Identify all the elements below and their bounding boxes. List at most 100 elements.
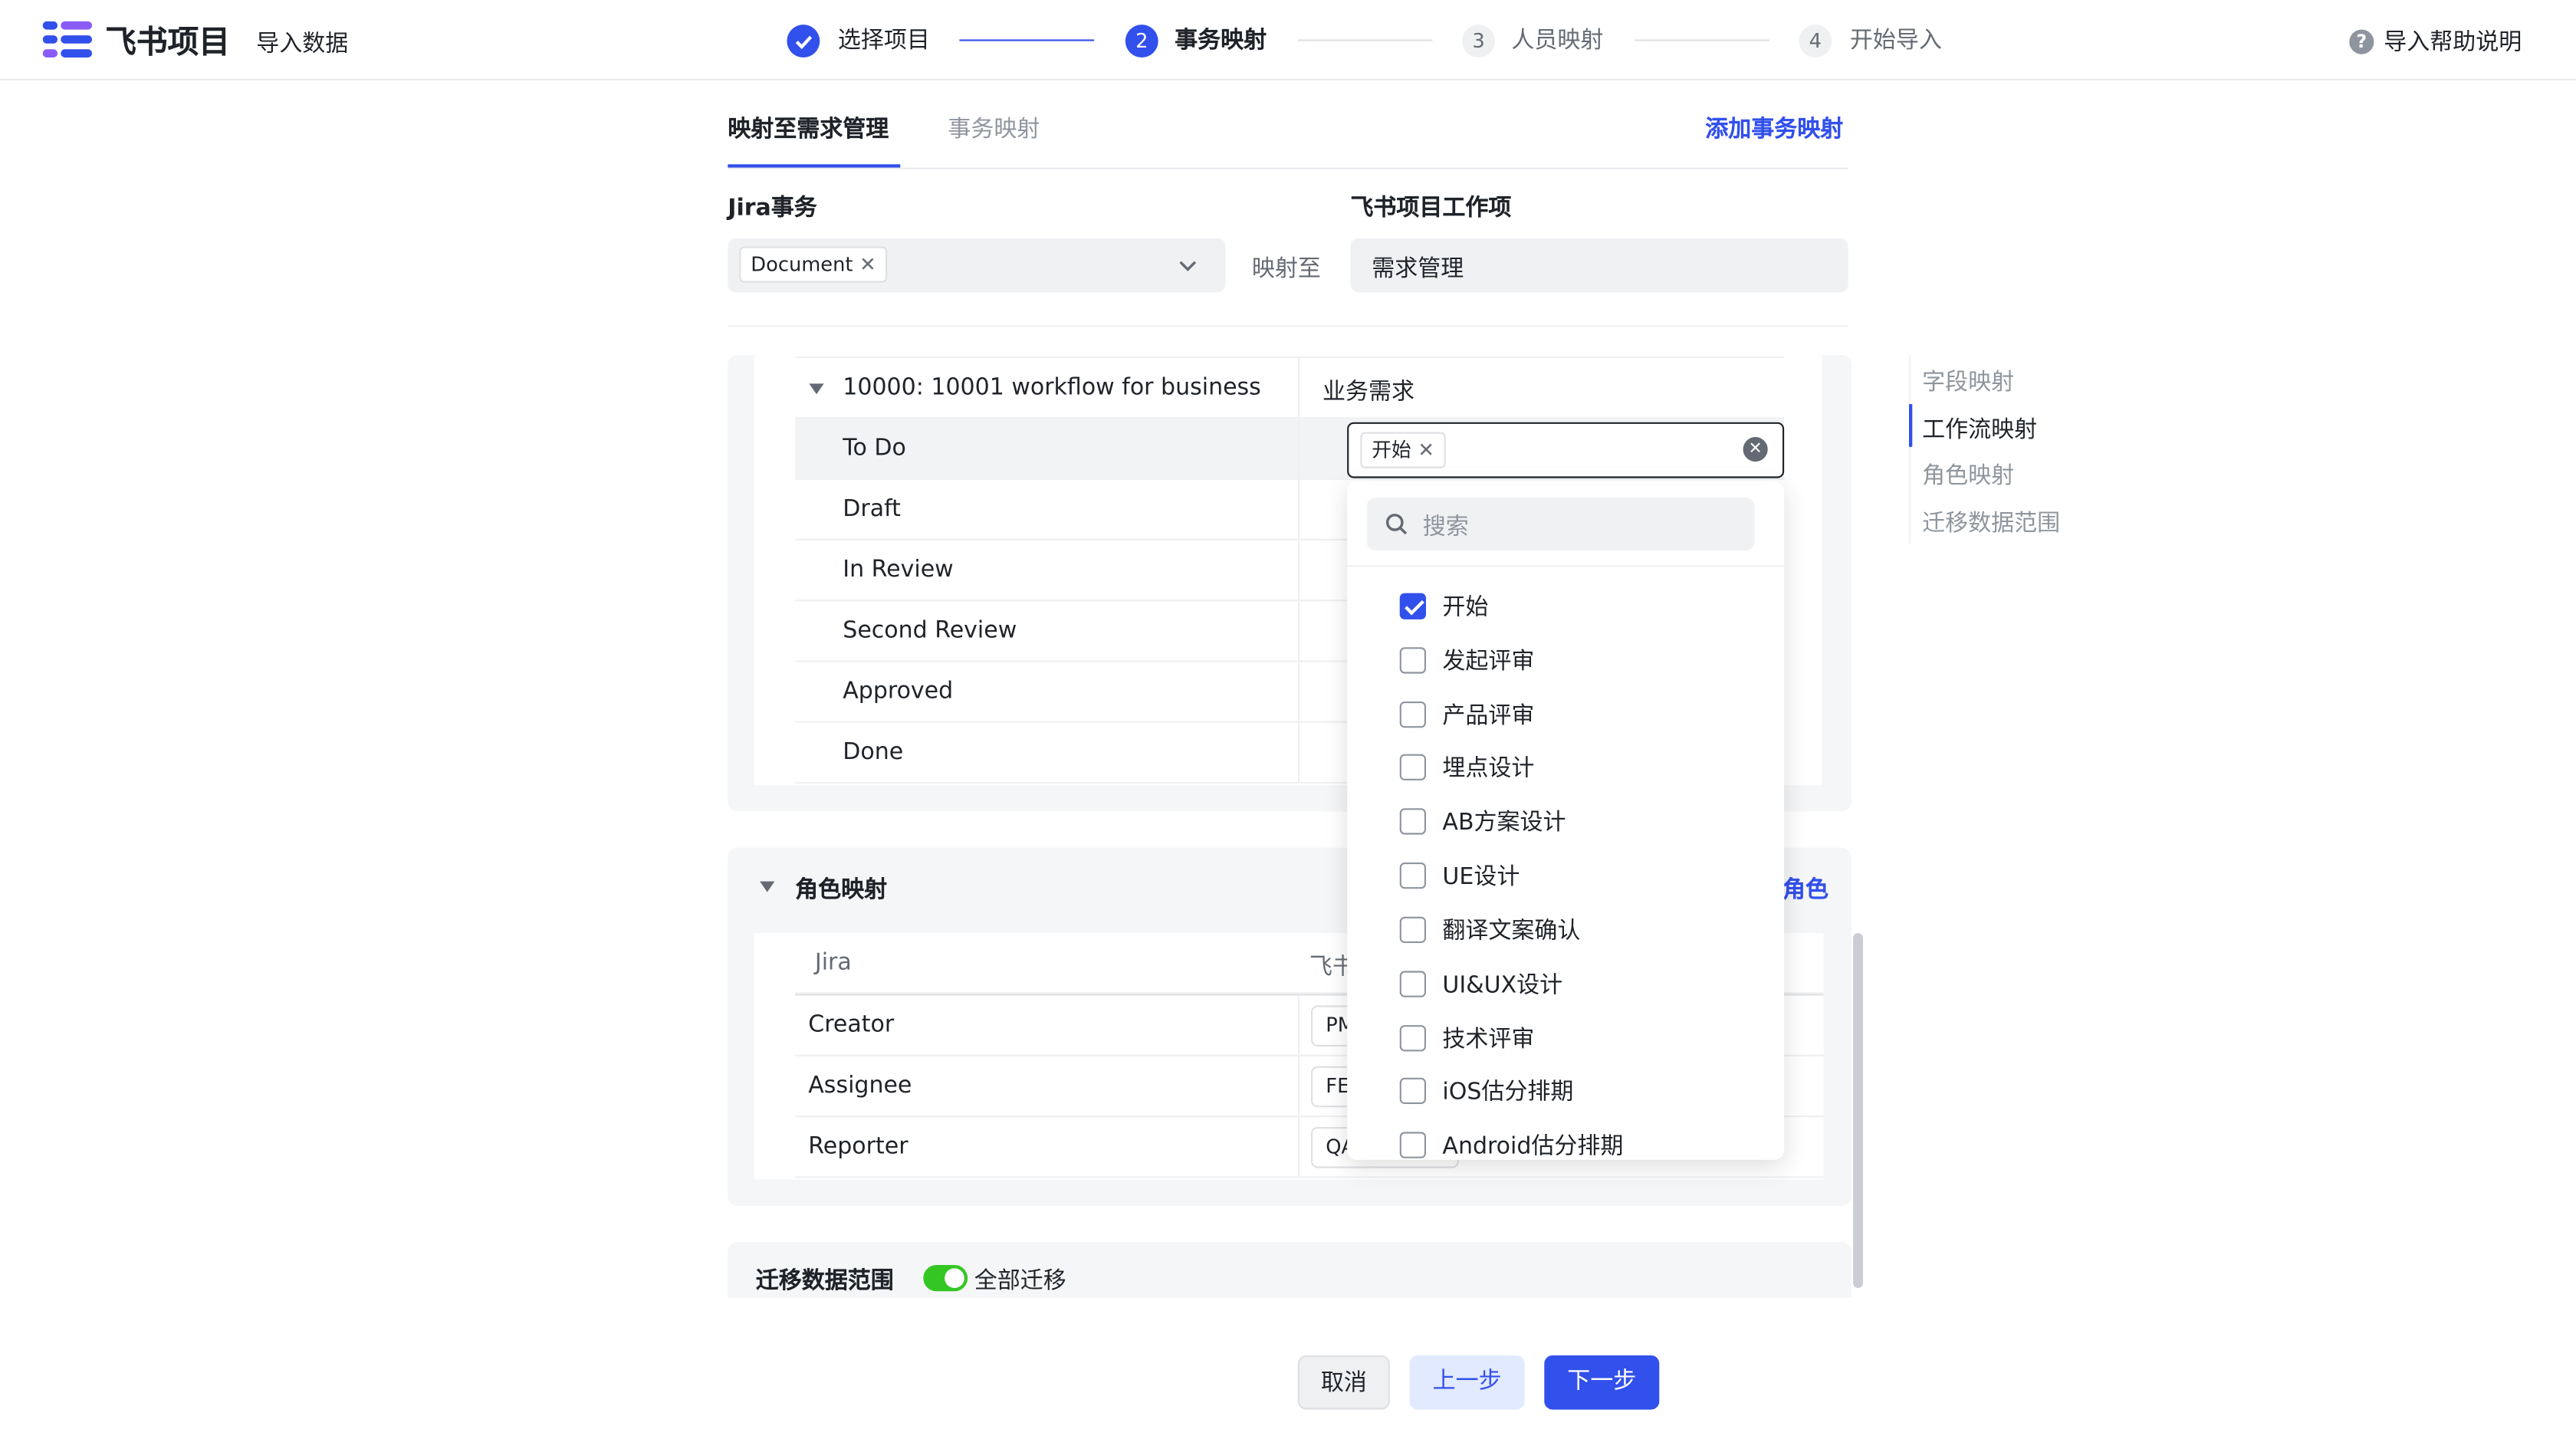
workflow-group-target: 业务需求 (1322, 379, 1414, 406)
jira-issue-label: Jira事务 (728, 195, 817, 222)
step-4-label: 开始导入 (1849, 28, 1942, 54)
jira-issue-chip[interactable]: Document ✕ (739, 246, 888, 283)
section-divider (728, 325, 1848, 327)
anchor-migration-range[interactable]: 迁移数据范围 (1922, 506, 2060, 539)
next-step-button[interactable]: 下一步 (1544, 1355, 1660, 1410)
dropdown-option[interactable]: 技术评审 (1399, 1019, 1535, 1058)
role-mapping-title: 角色映射 (795, 877, 888, 904)
checkbox-icon[interactable] (1399, 702, 1426, 728)
dropdown-option[interactable]: UI&UX设计 (1399, 964, 1563, 1004)
role-name: Assignee (808, 1073, 912, 1099)
column-divider (1297, 540, 1300, 602)
scrollbar-thumb[interactable] (1853, 933, 1863, 1288)
checkbox-icon[interactable] (1399, 916, 1426, 943)
option-label: UE设计 (1442, 864, 1520, 891)
migrate-all-label: 全部迁移 (974, 1268, 1066, 1295)
checkbox-icon[interactable] (1399, 1025, 1426, 1052)
checkbox-icon[interactable] (1399, 863, 1426, 889)
status-name: Approved (843, 678, 954, 705)
checkbox-checked-icon[interactable] (1399, 593, 1426, 619)
search-icon (1385, 514, 1408, 535)
migrate-all-toggle[interactable] (923, 1265, 968, 1292)
active-tab-indicator (728, 164, 901, 168)
option-label: 产品评审 (1442, 703, 1535, 730)
column-divider (1297, 479, 1300, 540)
step-2-number: 2 (1125, 25, 1158, 58)
anchor-role-mapping[interactable]: 角色映射 (1922, 458, 2014, 491)
option-label: UI&UX设计 (1442, 972, 1563, 999)
jira-issue-select[interactable]: Document ✕ (728, 238, 1226, 293)
status-name: In Review (843, 557, 954, 583)
target-item-field: 需求管理 (1350, 238, 1848, 293)
tabs-divider (728, 167, 1848, 169)
dropdown-option[interactable]: UE设计 (1399, 856, 1520, 895)
dropdown-option[interactable]: 产品评审 (1399, 695, 1535, 734)
dropdown-option[interactable]: AB方案设计 (1399, 802, 1566, 841)
checkbox-icon[interactable] (1399, 1077, 1426, 1104)
target-item-label: 飞书项目工作项 (1350, 195, 1512, 222)
tab-demand-management[interactable]: 映射至需求管理 (728, 112, 889, 145)
step-3-label: 人员映射 (1511, 28, 1604, 54)
column-divider (1297, 601, 1300, 662)
chevron-down-icon (1179, 261, 1197, 271)
dropdown-option[interactable]: 发起评审 (1399, 641, 1534, 680)
dropdown-option[interactable]: 埋点设计 (1399, 748, 1534, 787)
step-1-check-icon (787, 25, 820, 58)
add-issue-mapping-link[interactable]: 添加事务映射 (1705, 112, 1843, 145)
status-name: Second Review (843, 617, 1017, 644)
option-label: iOS估分排期 (1442, 1079, 1574, 1106)
workflow-group-row: 10000: 10001 workflow for business 业务需求 (795, 358, 1785, 419)
checkbox-icon[interactable] (1399, 754, 1426, 780)
option-label: 开始 (1442, 594, 1489, 621)
selected-status-chip-label: 开始 (1372, 439, 1411, 462)
dropdown-option[interactable]: Android估分排期 (1399, 1125, 1623, 1160)
step-1-label: 选择项目 (837, 28, 930, 54)
role-name: Creator (808, 1012, 895, 1039)
step-connector (959, 39, 1095, 41)
dropdown-option[interactable]: iOS估分排期 (1399, 1071, 1574, 1110)
chip-close-icon[interactable]: ✕ (1418, 439, 1434, 462)
anchor-workflow-mapping[interactable]: 工作流映射 (1922, 412, 2037, 445)
anchor-field-mapping[interactable]: 字段映射 (1922, 365, 2014, 398)
step-connector (1635, 39, 1769, 41)
anchor-track (1909, 354, 1911, 544)
status-multiselect[interactable]: 开始 ✕ (1347, 422, 1785, 478)
help-link[interactable]: ? 导入帮助说明 (2349, 25, 2522, 58)
clear-icon[interactable]: ✕ (1743, 437, 1768, 462)
search-placeholder: 搜索 (1422, 514, 1469, 540)
checkbox-icon[interactable] (1399, 1132, 1426, 1158)
checkbox-icon[interactable] (1399, 971, 1426, 997)
status-name: Done (843, 739, 904, 766)
dropdown-option[interactable]: 翻译文案确认 (1399, 910, 1580, 949)
checkbox-icon[interactable] (1399, 808, 1426, 835)
caret-down-icon[interactable] (808, 383, 824, 396)
step-connector (1297, 39, 1433, 41)
workflow-group-name: 10000: 10001 workflow for business (843, 374, 1261, 401)
col-jira: Jira (814, 949, 852, 976)
status-name: Draft (843, 496, 901, 523)
step-3-number: 3 (1462, 25, 1495, 58)
status-name: To Do (843, 435, 906, 462)
feishu-project-logo-icon (42, 21, 92, 58)
column-divider (1297, 1056, 1300, 1118)
app-name: 飞书项目 (105, 25, 231, 61)
top-header: 飞书项目 导入数据 选择项目 2 事务映射 3 人员映射 4 开始导入 ? 导入… (0, 0, 2576, 80)
status-dropdown-menu: 搜索 开始 发起评审 产品评审 埋点设计 AB方案设计 UE设计 翻译文案确认 … (1347, 481, 1785, 1160)
add-role-link[interactable]: 角色 (1783, 872, 1829, 905)
checkbox-icon[interactable] (1399, 647, 1426, 674)
tab-issue-mapping[interactable]: 事务映射 (948, 112, 1040, 145)
cancel-button[interactable]: 取消 (1297, 1355, 1390, 1410)
target-item-value: 需求管理 (1372, 256, 1464, 283)
dropdown-option[interactable]: 开始 (1399, 586, 1489, 626)
jira-issue-chip-label: Document (751, 253, 853, 276)
column-divider (1297, 662, 1300, 723)
option-label: 技术评审 (1442, 1027, 1535, 1053)
dropdown-search-input[interactable]: 搜索 (1366, 498, 1755, 550)
caret-down-icon[interactable] (759, 881, 775, 894)
page-name: 导入数据 (256, 31, 349, 58)
selected-status-chip[interactable]: 开始 ✕ (1360, 432, 1446, 468)
chip-close-icon[interactable]: ✕ (859, 253, 876, 276)
dropdown-divider (1347, 565, 1785, 567)
column-divider (1297, 358, 1300, 419)
previous-step-button[interactable]: 上一步 (1409, 1355, 1525, 1410)
